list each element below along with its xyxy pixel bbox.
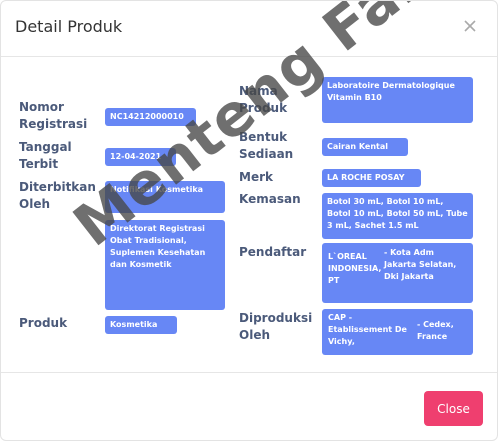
footer-divider <box>1 372 497 373</box>
value-nomor-registrasi: NC14212000010 <box>105 108 196 126</box>
close-icon[interactable] <box>463 18 479 34</box>
value-direktorat: Direktorat Registrasi Obat Tradisional, … <box>105 220 225 310</box>
label-bentuk-sediaan: Bentuk Sediaan <box>239 130 294 161</box>
label-tanggal-terbit: Tanggal Terbit <box>19 140 72 171</box>
pendaftar-name: L`OREAL INDONESIA, PT <box>328 252 382 285</box>
value-kemasan: Botol 30 mL, Botol 10 mL, Botol 10 mL, B… <box>322 193 473 239</box>
value-pendaftar: L`OREAL INDONESIA, PT - Kota Adm Jakarta… <box>322 243 473 303</box>
close-button[interactable]: Close <box>424 391 483 426</box>
value-diterbitkan-oleh: Notifikasi Kosmetika <box>105 181 225 213</box>
product-detail-modal: Detail Produk Nomor Registrasi NC1421200… <box>0 0 498 441</box>
produsen-name: CAP - Etablissement De Vichy, <box>328 313 407 346</box>
value-bentuk-sediaan: Cairan Kental <box>322 138 408 156</box>
label-produk: Produk <box>19 316 68 330</box>
value-tanggal-terbit: 12-04-2021 <box>105 148 176 166</box>
label-kemasan: Kemasan <box>239 192 301 206</box>
value-merk: LA ROCHE POSAY <box>322 169 421 187</box>
modal-header: Detail Produk <box>1 1 497 57</box>
label-nama-produk: Nama Produk <box>239 84 288 115</box>
label-diproduksi-oleh: Diproduksi Oleh <box>239 311 313 342</box>
produsen-location: - Cedex, France <box>417 320 454 341</box>
close-icon-glyph <box>464 20 476 32</box>
label-pendaftar: Pendaftar <box>239 245 307 259</box>
label-merk: Merk <box>239 170 273 184</box>
pendaftar-address: - Kota Adm Jakarta Selatan, Dki Jakarta <box>384 248 457 281</box>
value-produk: Kosmetika <box>105 316 177 334</box>
label-diterbitkan-oleh: Diterbitkan Oleh <box>19 180 96 211</box>
label-nomor-registrasi: Nomor Registrasi <box>19 100 88 131</box>
modal-title: Detail Produk <box>15 17 123 36</box>
value-nama-produk: Laboratoire Dermatologique Vitamin B10 <box>322 77 473 123</box>
value-diproduksi-oleh: CAP - Etablissement De Vichy, - Cedex, F… <box>322 309 473 355</box>
